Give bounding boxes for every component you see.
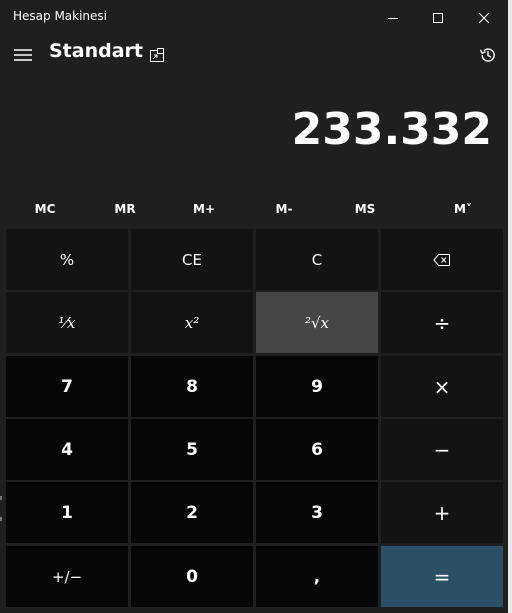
equals-key[interactable]: = [381, 546, 503, 607]
reciprocal-label: ¹⁄x [58, 313, 76, 332]
digit-2-key[interactable]: 2 [131, 482, 253, 543]
history-icon [479, 48, 495, 62]
memory-store-button[interactable]: MS [325, 194, 405, 224]
hamburger-icon [14, 49, 32, 61]
square-root-key[interactable]: ²√x [256, 292, 378, 353]
multiply-key[interactable]: × [381, 356, 503, 417]
subtract-key[interactable]: − [381, 419, 503, 480]
add-key[interactable]: + [381, 482, 503, 543]
memory-add-button[interactable]: M+ [164, 194, 244, 224]
backspace-key[interactable] [381, 229, 503, 290]
square-key[interactable]: x² [131, 292, 253, 353]
digit-5-key[interactable]: 5 [131, 419, 253, 480]
square-label: x² [184, 313, 200, 332]
edge-marker [0, 517, 2, 521]
digit-9-key[interactable]: 9 [256, 356, 378, 417]
title-bar[interactable]: Hesap Makinesi [0, 0, 508, 36]
minimize-icon [388, 18, 398, 19]
clear-key[interactable]: C [256, 229, 378, 290]
memory-recall-button[interactable]: MR [85, 194, 165, 224]
divide-key[interactable]: ÷ [381, 292, 503, 353]
square-root-label: ²√x [304, 313, 330, 332]
minimize-button[interactable] [370, 0, 416, 36]
digit-6-key[interactable]: 6 [256, 419, 378, 480]
history-button[interactable] [475, 42, 501, 68]
calculator-header: Standart [0, 36, 508, 76]
digit-8-key[interactable]: 8 [131, 356, 253, 417]
digit-7-key[interactable]: 7 [6, 356, 128, 417]
mode-title: Standart [49, 40, 143, 62]
negate-key[interactable]: +/− [6, 546, 128, 607]
digit-4-key[interactable]: 4 [6, 419, 128, 480]
digit-0-key[interactable]: 0 [131, 546, 253, 607]
close-button[interactable] [461, 0, 507, 36]
close-icon [478, 12, 490, 24]
clear-entry-key[interactable]: CE [131, 229, 253, 290]
memory-list-button[interactable]: M˅ [423, 194, 503, 224]
keep-on-top-button[interactable] [146, 44, 168, 66]
digit-1-key[interactable]: 1 [6, 482, 128, 543]
reciprocal-key[interactable]: ¹⁄x [6, 292, 128, 353]
keep-on-top-icon [150, 48, 164, 62]
background-edge [508, 0, 512, 613]
maximize-button[interactable] [415, 0, 461, 36]
memory-row: MC MR M+ M- MS M˅ [0, 194, 508, 224]
calculator-window: Hesap Makinesi Standart 233.332 MC MR M+… [0, 0, 508, 613]
edge-marker [0, 496, 2, 500]
maximize-icon [433, 13, 443, 23]
backspace-icon [433, 253, 450, 266]
memory-subtract-button[interactable]: M- [244, 194, 324, 224]
decimal-key[interactable]: , [256, 546, 378, 607]
window-title: Hesap Makinesi [13, 9, 108, 23]
result-display: 233.332 [291, 104, 492, 155]
navigation-menu-button[interactable] [10, 42, 36, 68]
percent-key[interactable]: % [6, 229, 128, 290]
memory-clear-button[interactable]: MC [5, 194, 85, 224]
digit-3-key[interactable]: 3 [256, 482, 378, 543]
